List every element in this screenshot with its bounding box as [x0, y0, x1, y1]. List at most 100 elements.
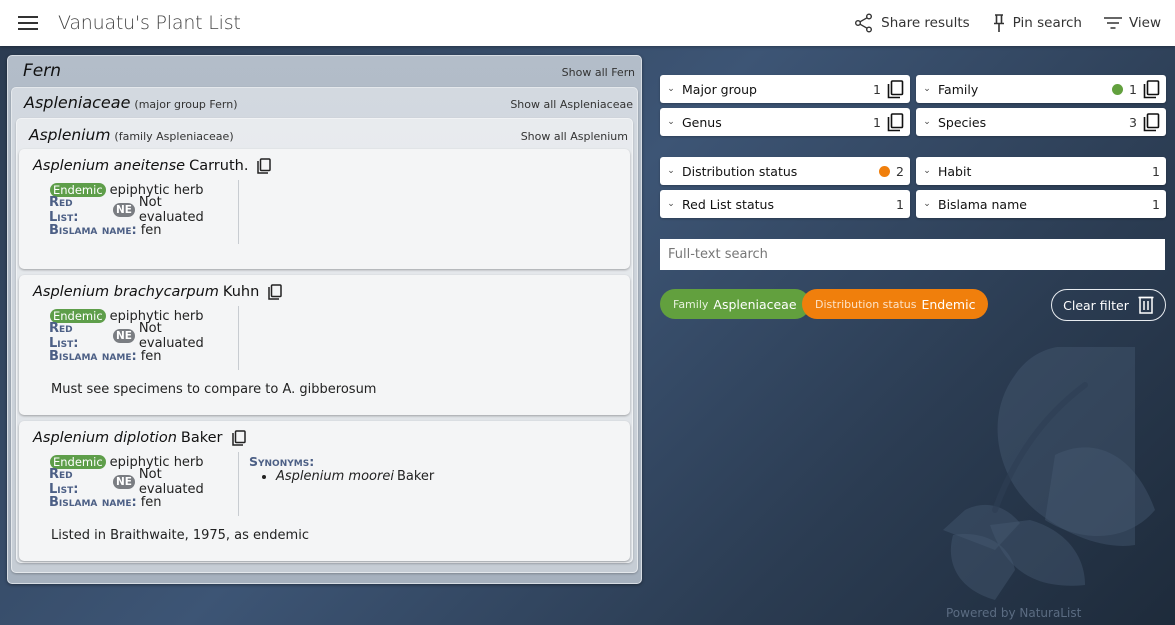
chevron-down-icon: ⌄ [923, 199, 931, 209]
hamburger-menu-icon[interactable] [18, 15, 38, 31]
copy-icon[interactable] [887, 79, 904, 99]
show-all-genus-link[interactable]: Show all Asplenium [521, 130, 628, 143]
species-note: Listed in Braithwaite, 1975, as endemic [51, 528, 309, 543]
facet-count: 1 [873, 81, 881, 97]
naturalist-leaf-logo-icon [943, 347, 1155, 600]
filter-lines-icon [1103, 17, 1122, 29]
bislama-name: fen [140, 348, 162, 364]
species-author: Kuhn [222, 284, 260, 300]
family-panel: Aspleniaceae (major group Fern) Show all … [11, 87, 638, 573]
major-group-title: Fern [23, 61, 62, 81]
facet-species[interactable]: ⌄ Species 3 [916, 108, 1166, 136]
active-filter-chip-family[interactable]: Family Aspleniaceae [660, 289, 810, 319]
show-all-family-link[interactable]: Show all Aspleniaceae [510, 98, 633, 111]
app-header: Vanuatu's Plant List Share results Pin s… [0, 0, 1175, 46]
genus-context: (family Aspleniaceae) [114, 130, 234, 143]
synonyms-label: Synonyms: [249, 454, 315, 469]
genus-title: Asplenium [29, 126, 111, 144]
chip-value: Aspleniaceae [713, 296, 797, 312]
red-list-label: Red List: [49, 195, 79, 225]
pin-search-button[interactable]: Pin search [992, 13, 1082, 33]
genus-panel: Asplenium (family Aspleniaceae) Show all … [16, 118, 633, 563]
facet-label: Bislama name [938, 196, 1027, 212]
chip-value: Endemic [921, 296, 976, 312]
show-all-major-group-link[interactable]: Show all Fern [562, 66, 635, 79]
chevron-down-icon: ⌄ [923, 84, 931, 94]
chevron-down-icon: ⌄ [923, 166, 931, 176]
full-text-search-input[interactable] [660, 239, 1165, 270]
facet-red-list-status[interactable]: ⌄ Red List status 1 [660, 190, 910, 218]
trash-icon [1138, 296, 1154, 314]
chevron-down-icon: ⌄ [667, 117, 675, 127]
bislama-label: Bislama name: [49, 348, 137, 364]
synonym-item: Asplenium mooreiBaker [276, 469, 434, 484]
facet-label: Habit [938, 163, 972, 179]
bislama-label: Bislama name: [49, 222, 137, 238]
red-list-text: Not evaluated [138, 467, 204, 497]
chevron-down-icon: ⌄ [667, 166, 675, 176]
facet-count: 1 [1152, 163, 1160, 179]
clear-filter-label: Clear filter [1063, 297, 1129, 313]
copy-icon[interactable] [231, 430, 246, 446]
active-filter-dot [1112, 83, 1124, 95]
facet-count: 1 [1129, 81, 1137, 97]
clear-filter-button[interactable]: Clear filter [1051, 289, 1166, 321]
copy-icon[interactable] [887, 112, 904, 132]
facet-bislama-name[interactable]: ⌄ Bislama name 1 [916, 190, 1166, 218]
species-note: Must see specimens to compare to A. gibb… [51, 382, 377, 397]
synonym-name: Asplenium moorei [276, 469, 394, 484]
species-author: Carruth. [189, 158, 249, 174]
share-icon [855, 13, 873, 33]
red-list-label: Red List: [49, 321, 79, 351]
facet-count: 1 [873, 114, 881, 130]
facet-habit[interactable]: ⌄ Habit 1 [916, 157, 1166, 185]
copy-icon[interactable] [257, 158, 272, 174]
copy-icon[interactable] [268, 284, 283, 300]
facet-major-group[interactable]: ⌄ Major group 1 [660, 75, 910, 103]
pin-search-label: Pin search [1012, 15, 1082, 31]
powered-by-text: Powered by NaturaList [946, 606, 1082, 620]
view-button[interactable]: View [1103, 15, 1161, 31]
facet-label: Family [938, 81, 979, 97]
red-list-text: Not evaluated [138, 321, 204, 351]
species-name: Asplenium brachycarpum [33, 284, 219, 300]
share-results-label: Share results [881, 15, 970, 31]
facet-count: 2 [896, 163, 904, 179]
facet-count: 1 [1152, 196, 1160, 212]
species-name: Asplenium diplotion [33, 430, 177, 446]
synonyms-section: Synonyms: Asplenium mooreiBaker [239, 452, 434, 516]
red-list-badge: NE [112, 329, 135, 343]
chevron-down-icon: ⌄ [923, 117, 931, 127]
facet-label: Red List status [682, 196, 774, 212]
facet-count: 1 [896, 196, 904, 212]
facet-genus[interactable]: ⌄ Genus 1 [660, 108, 910, 136]
species-author: Baker [180, 430, 223, 446]
facet-distribution-status[interactable]: ⌄ Distribution status 2 [660, 157, 910, 185]
bislama-label: Bislama name: [49, 494, 137, 510]
species-card: Asplenium diplotion Baker Endemic epiphyt… [19, 421, 630, 561]
bislama-name: fen [140, 222, 162, 238]
share-results-button[interactable]: Share results [854, 13, 970, 33]
family-title: Aspleniaceae [24, 93, 131, 112]
chip-key: Family [673, 297, 709, 311]
species-card: Asplenium brachycarpum Kuhn Endemic epiph… [19, 275, 630, 415]
active-filter-chip-distribution[interactable]: Distribution status Endemic [802, 289, 989, 319]
facet-label: Major group [682, 81, 757, 97]
view-label: View [1128, 15, 1161, 31]
red-list-badge: NE [112, 475, 135, 489]
active-filter-dot [879, 165, 891, 177]
pin-icon [993, 14, 1004, 32]
app-title: Vanuatu's Plant List [58, 12, 241, 34]
copy-icon[interactable] [1143, 112, 1160, 132]
chevron-down-icon: ⌄ [667, 199, 675, 209]
facet-family[interactable]: ⌄ Family 1 [916, 75, 1166, 103]
copy-icon[interactable] [1143, 79, 1160, 99]
major-group-panel: Fern Show all Fern Aspleniaceae (major gr… [7, 55, 642, 584]
species-card: Asplenium aneitense Carruth. Endemic epip… [19, 149, 630, 269]
chip-key: Distribution status [815, 297, 917, 311]
red-list-badge: NE [112, 203, 135, 217]
facet-label: Distribution status [682, 163, 798, 179]
red-list-label: Red List: [49, 467, 79, 497]
species-name: Asplenium aneitense [33, 158, 186, 174]
red-list-text: Not evaluated [138, 195, 204, 225]
